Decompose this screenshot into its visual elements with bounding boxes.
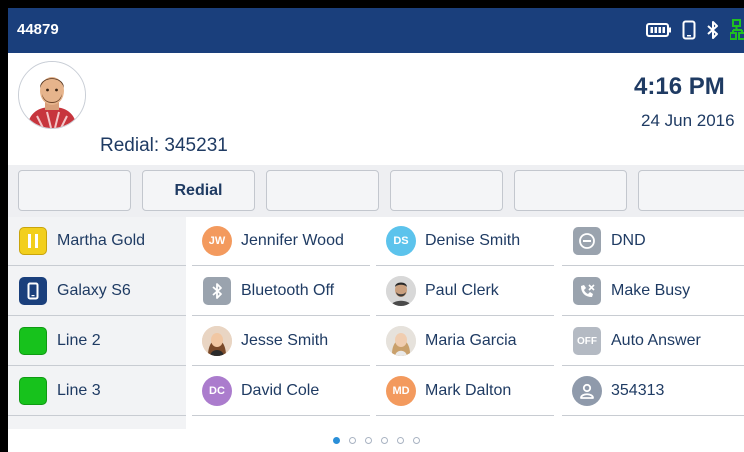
softkey-bar: Redial: [8, 165, 744, 217]
page-dot-1[interactable]: [332, 437, 340, 444]
user-avatar[interactable]: [18, 61, 86, 129]
key-label: Mark Dalton: [425, 382, 512, 399]
key-dnd[interactable]: DND: [562, 217, 744, 266]
initials-avatar-icon: MD: [386, 376, 416, 406]
page-indicator: [8, 429, 744, 452]
line-status-icon: [18, 376, 48, 406]
key-label: Make Busy: [611, 282, 691, 299]
key-maria-garcia[interactable]: Maria Garcia: [376, 317, 554, 366]
battery-icon: [646, 22, 672, 42]
key-label: Denise Smith: [425, 232, 521, 249]
key-galaxy-s6[interactable]: Galaxy S6: [8, 267, 186, 316]
status-icons: [646, 19, 744, 45]
initials-avatar-icon: DC: [202, 376, 232, 406]
busy-lamp-icon: [18, 226, 48, 256]
softkey-3[interactable]: [266, 170, 379, 211]
softkey-4[interactable]: [390, 170, 503, 211]
key-jennifer-wood[interactable]: JW Jennifer Wood: [192, 217, 370, 266]
auto-answer-icon: OFF: [572, 326, 602, 356]
screen-bezel-top: [0, 0, 744, 8]
page-dot-4[interactable]: [380, 437, 388, 444]
photo-avatar-icon: [386, 276, 416, 306]
key-jesse-smith[interactable]: Jesse Smith: [192, 317, 370, 366]
key-label: Galaxy S6: [57, 282, 131, 299]
network-icon: [729, 19, 744, 45]
key-label: Martha Gold: [57, 232, 146, 249]
key-make-busy[interactable]: Make Busy: [562, 267, 744, 316]
status-bar: 44879: [8, 8, 744, 53]
key-bluetooth-off[interactable]: Bluetooth Off: [192, 267, 370, 316]
key-paul-clerk[interactable]: Paul Clerk: [376, 267, 554, 316]
make-busy-icon: [572, 276, 602, 306]
key-label: Paul Clerk: [425, 282, 499, 299]
user-info-area: Redial: 345231 4:16 PM 24 Jun 2016: [8, 53, 744, 165]
key-label: Jennifer Wood: [241, 232, 344, 249]
photo-avatar-icon: [386, 326, 416, 356]
key-label: Maria Garcia: [425, 332, 517, 349]
clock-time: 4:16 PM: [634, 73, 725, 100]
initials-avatar-icon: JW: [202, 226, 232, 256]
key-label: Auto Answer: [611, 332, 701, 349]
key-label: David Cole: [241, 382, 320, 399]
key-martha-gold[interactable]: Martha Gold: [8, 217, 186, 266]
key-label: Line 3: [57, 382, 101, 399]
contact-icon: [572, 376, 602, 406]
softkey-1[interactable]: [18, 170, 131, 211]
dnd-icon: [572, 226, 602, 256]
screen-bezel-left: [0, 0, 8, 452]
bluetooth-icon: [202, 276, 232, 306]
initials-avatar-icon: DS: [386, 226, 416, 256]
programmable-keys-grid: Martha Gold Galaxy S6 Line 2 Line 3 JW J…: [8, 217, 744, 429]
key-label: 354313: [611, 382, 665, 399]
redial-info: Redial: 345231: [100, 135, 228, 156]
key-354313[interactable]: 354313: [562, 367, 744, 416]
mobile-phone-icon: [18, 276, 48, 306]
key-label: Bluetooth Off: [241, 282, 335, 299]
key-label: Line 2: [57, 332, 101, 349]
photo-avatar-icon: [202, 326, 232, 356]
bluetooth-icon: [706, 20, 720, 44]
extension-number: 44879: [17, 21, 59, 38]
phone-device-icon: [682, 20, 696, 44]
softkey-redial[interactable]: Redial: [142, 170, 255, 211]
key-label: Jesse Smith: [241, 332, 329, 349]
page-dot-2[interactable]: [348, 437, 356, 444]
key-auto-answer[interactable]: OFF Auto Answer: [562, 317, 744, 366]
clock-date: 24 Jun 2016: [641, 111, 735, 130]
key-denise-smith[interactable]: DS Denise Smith: [376, 217, 554, 266]
key-label: DND: [611, 232, 646, 249]
page-dot-3[interactable]: [364, 437, 372, 444]
key-line-3[interactable]: Line 3: [8, 367, 186, 416]
softkey-5[interactable]: [514, 170, 627, 211]
key-mark-dalton[interactable]: MD Mark Dalton: [376, 367, 554, 416]
phone-screen: 44879 Redial: 345231 4:16 PM 24 Jun 2016…: [8, 8, 744, 452]
line-status-icon: [18, 326, 48, 356]
page-dot-5[interactable]: [396, 437, 404, 444]
key-line-2[interactable]: Line 2: [8, 317, 186, 366]
page-dot-6[interactable]: [412, 437, 420, 444]
key-david-cole[interactable]: DC David Cole: [192, 367, 370, 416]
softkey-6[interactable]: [638, 170, 744, 211]
